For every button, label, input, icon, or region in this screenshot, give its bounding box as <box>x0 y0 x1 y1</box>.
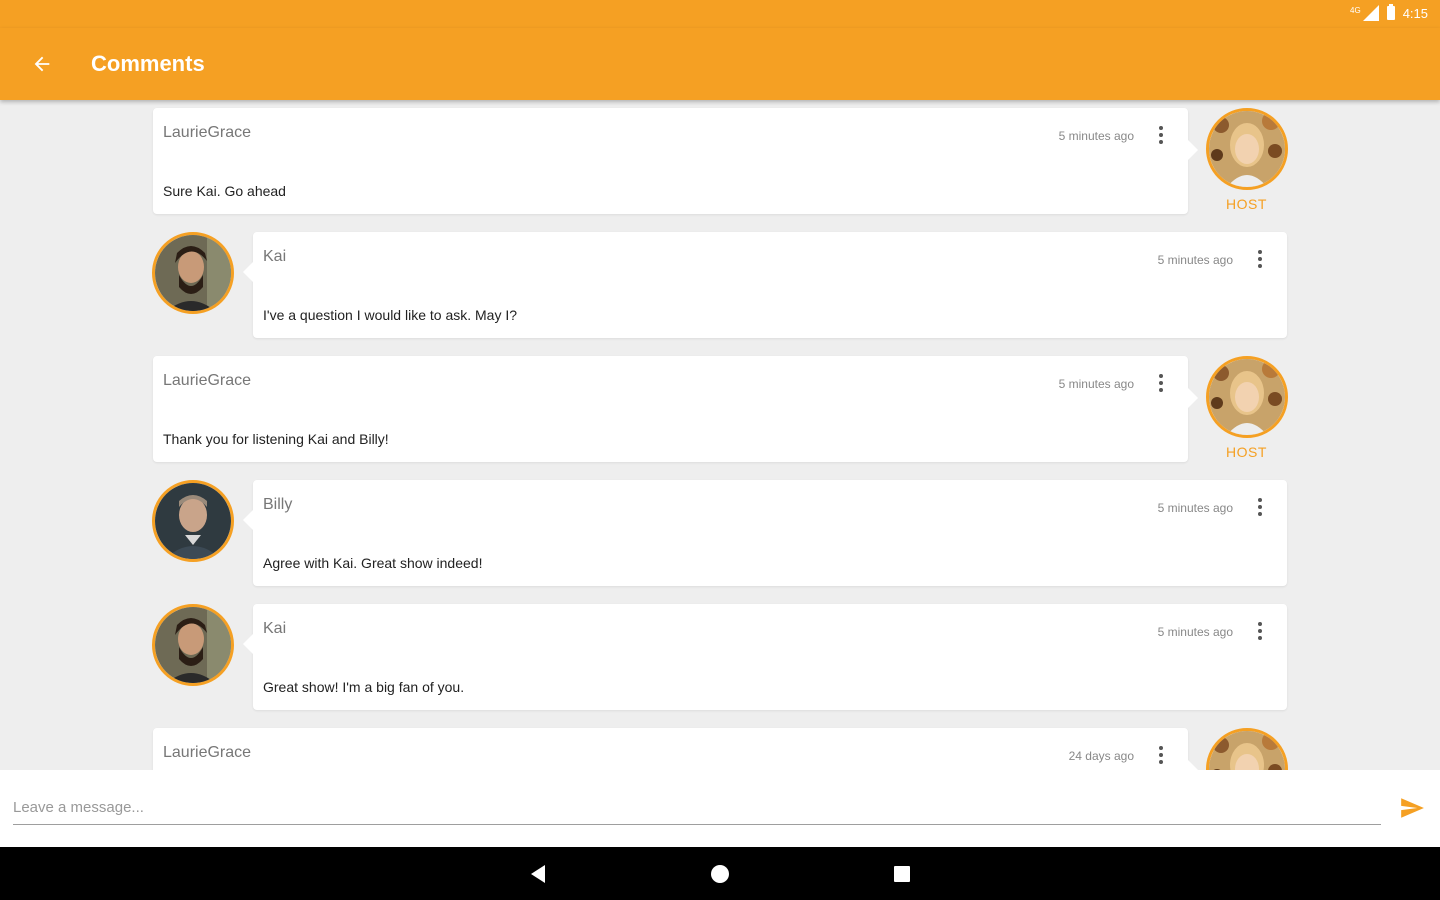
comment-card: Billy 5 minutes ago Agree with Kai. Grea… <box>243 480 1287 586</box>
nav-home-button[interactable] <box>703 857 737 891</box>
message-composer <box>0 770 1440 847</box>
host-avatar-icon <box>1209 111 1285 187</box>
comments-feed[interactable]: LaurieGrace 5 minutes ago Sure Kai. Go a… <box>0 100 1440 770</box>
battery-icon <box>1386 4 1395 20</box>
comment-time: 5 minutes ago <box>1157 253 1233 267</box>
more-options-button[interactable] <box>1249 620 1271 642</box>
comment-time: 5 minutes ago <box>1058 377 1134 391</box>
comment-item: Billy 5 minutes ago Agree with Kai. Grea… <box>0 472 1440 592</box>
comment-author[interactable]: LaurieGrace <box>163 744 251 762</box>
comment-item: LaurieGrace 24 days ago <box>0 720 1440 770</box>
avatar[interactable] <box>152 604 234 686</box>
comment-message: Agree with Kai. Great show indeed! <box>263 555 483 571</box>
comment-card: Kai 5 minutes ago I've a question I woul… <box>243 232 1287 338</box>
status-bar: 4G 4:15 <box>0 0 1440 28</box>
host-avatar-icon <box>1209 731 1285 770</box>
send-icon <box>1401 798 1424 818</box>
comment-message: Sure Kai. Go ahead <box>163 183 286 199</box>
comment-author[interactable]: LaurieGrace <box>163 124 251 142</box>
comment-message: Thank you for listening Kai and Billy! <box>163 431 389 447</box>
comment-author[interactable]: LaurieGrace <box>163 372 251 390</box>
avatar[interactable] <box>152 232 234 314</box>
more-options-button[interactable] <box>1249 496 1271 518</box>
avatar[interactable] <box>152 480 234 562</box>
comment-card: LaurieGrace 5 minutes ago Sure Kai. Go a… <box>153 108 1198 214</box>
nav-home-icon <box>711 865 729 883</box>
more-options-button[interactable] <box>1249 248 1271 270</box>
nav-recents-icon <box>894 866 910 882</box>
clock: 4:15 <box>1402 5 1428 21</box>
kai-avatar-icon <box>155 607 231 683</box>
avatar[interactable] <box>1206 108 1288 190</box>
nav-back-icon <box>531 865 545 883</box>
page-title: Comments <box>91 51 205 76</box>
back-button[interactable] <box>20 42 64 86</box>
comment-card: Kai 5 minutes ago Great show! I'm a big … <box>243 604 1287 710</box>
status-icons: 4G 4:15 <box>1350 4 1428 21</box>
comment-item: Kai 5 minutes ago I've a question I woul… <box>0 224 1440 344</box>
comment-message: Great show! I'm a big fan of you. <box>263 679 465 695</box>
nav-back-button[interactable] <box>521 857 555 891</box>
comment-item: LaurieGrace 5 minutes ago Thank you for … <box>0 348 1440 468</box>
signal-icon <box>1362 5 1379 21</box>
comment-item: Kai 5 minutes ago Great show! I'm a big … <box>0 596 1440 716</box>
more-options-button[interactable] <box>1150 744 1172 766</box>
host-badge: HOST <box>1226 196 1267 212</box>
message-input[interactable] <box>13 790 1381 825</box>
kai-avatar-icon <box>155 235 231 311</box>
avatar[interactable] <box>1206 728 1288 770</box>
app-bar: Comments <box>0 28 1440 100</box>
comment-time: 24 days ago <box>1068 749 1134 763</box>
system-nav-bar <box>0 847 1440 900</box>
comment-author[interactable]: Billy <box>263 496 292 514</box>
comment-time: 5 minutes ago <box>1157 501 1233 515</box>
host-badge: HOST <box>1226 444 1267 460</box>
comment-card: LaurieGrace 5 minutes ago Thank you for … <box>153 356 1198 462</box>
comment-card: LaurieGrace 24 days ago <box>153 728 1198 770</box>
signal-label: 4G <box>1350 5 1361 15</box>
nav-recents-button[interactable] <box>885 857 919 891</box>
comment-item: LaurieGrace 5 minutes ago Sure Kai. Go a… <box>0 100 1440 220</box>
send-button[interactable] <box>1396 792 1428 824</box>
more-options-button[interactable] <box>1150 372 1172 394</box>
comment-time: 5 minutes ago <box>1157 625 1233 639</box>
more-options-button[interactable] <box>1150 124 1172 146</box>
comment-time: 5 minutes ago <box>1058 129 1134 143</box>
comment-message: I've a question I would like to ask. May… <box>263 307 518 323</box>
host-avatar-icon <box>1209 359 1285 435</box>
billy-avatar-icon <box>155 483 231 559</box>
arrow-back-icon <box>34 56 50 72</box>
avatar[interactable] <box>1206 356 1288 438</box>
comment-author[interactable]: Kai <box>263 620 286 638</box>
comment-author[interactable]: Kai <box>263 248 286 266</box>
